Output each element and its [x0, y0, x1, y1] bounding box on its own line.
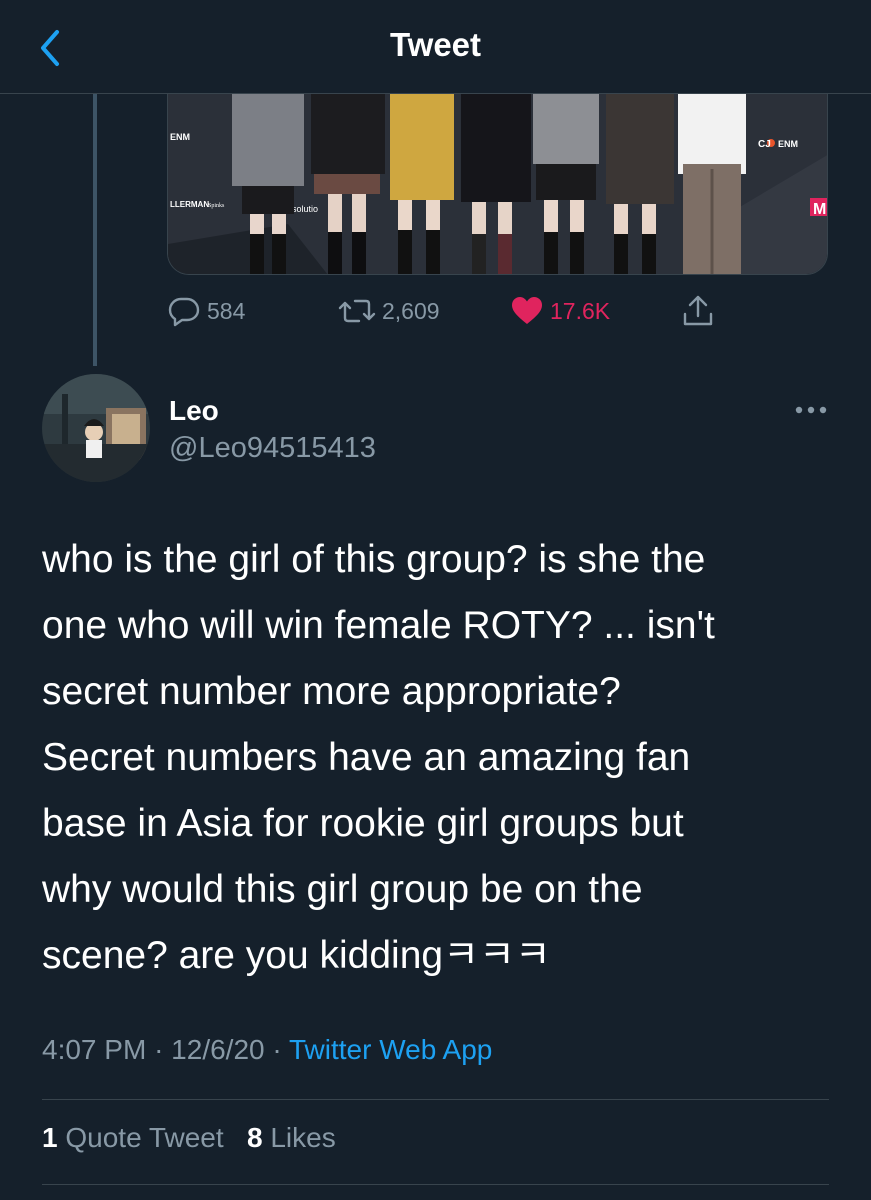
tweet-time: 4:07 PM	[42, 1034, 147, 1065]
reply-icon	[168, 297, 200, 327]
author-handle[interactable]: @Leo94515413	[169, 432, 376, 465]
tweet-text-line: Secret numbers have an amazing fan	[42, 736, 691, 779]
retweet-icon	[338, 299, 376, 323]
tweet-source-link[interactable]: Twitter Web App	[289, 1034, 492, 1065]
tweet-text-line: base in Asia for rookie girl groups but	[42, 802, 684, 845]
likes-label: Likes	[270, 1122, 336, 1153]
divider	[42, 1099, 829, 1100]
avatar-image	[42, 374, 150, 482]
more-options-button[interactable]	[787, 396, 835, 424]
tweet-text-line: scene? are you kiddingㅋㅋㅋ	[42, 934, 551, 977]
heart-filled-icon	[512, 297, 542, 324]
parent-tweet-media[interactable]: ENM LLERMAN Spinks solutio CJ ENM M	[167, 94, 828, 275]
logo-cj-text: CJ	[758, 139, 771, 150]
meta-separator: ·	[154, 1034, 164, 1065]
quote-tweets-count: 1	[42, 1122, 58, 1153]
logo-m-text: M	[813, 201, 826, 218]
meta-separator: ·	[272, 1034, 282, 1065]
like-count: 17.6K	[550, 297, 611, 324]
page-title: Tweet	[389, 26, 482, 63]
parent-tweet-actions: 584 2,609 17.6K	[0, 288, 871, 338]
tweet-stats: 1 Quote Tweet 8 Likes	[42, 1122, 336, 1154]
logo-cj-enm-text: ENM	[778, 139, 798, 149]
sponsor-solution-text: solutio	[292, 204, 318, 214]
tweet-detail-screen: Tweet ENM LLERMAN Spinks solutio CJ ENM …	[0, 0, 871, 1200]
sponsor-left-small-text: Spinks	[208, 203, 225, 209]
avatar[interactable]	[42, 374, 150, 482]
likes-count: 8	[246, 1122, 263, 1153]
tweet-text-line: why would this girl group be on the	[42, 868, 643, 911]
reply-button[interactable]: 584	[167, 288, 245, 334]
sponsor-left-text: LLERMAN	[170, 200, 209, 209]
retweet-button[interactable]: 2,609	[338, 288, 440, 334]
reply-count: 584	[207, 297, 246, 324]
like-button[interactable]: 17.6K	[510, 288, 610, 334]
tweet-text-line: secret number more appropriate?	[42, 670, 621, 713]
tweet-text-line: one who will win female ROTY? ... isn't	[42, 604, 715, 647]
tweet-date: 12/6/20	[171, 1034, 265, 1065]
top-bar: Tweet	[0, 0, 871, 94]
share-button[interactable]	[680, 288, 716, 334]
group-photo-image: ENM LLERMAN Spinks solutio CJ ENM M	[168, 94, 827, 274]
share-icon	[683, 295, 713, 326]
author-name[interactable]: Leo	[169, 395, 219, 427]
tweet-text: who is the girl of this group? is she th…	[42, 527, 832, 989]
retweet-count: 2,609	[382, 297, 440, 324]
tweet-meta: 4:07 PM · 12/6/20 · Twitter Web App	[42, 1034, 492, 1066]
likes-stat[interactable]: 8 Likes	[247, 1122, 336, 1153]
tweet-text-line: who is the girl of this group? is she th…	[42, 538, 706, 581]
more-horizontal-icon	[795, 406, 827, 414]
divider	[42, 1184, 829, 1185]
quote-tweets-stat[interactable]: 1 Quote Tweet	[42, 1122, 224, 1153]
logo-enm-text: ENM	[170, 132, 190, 142]
quote-tweets-label: Quote Tweet	[65, 1122, 224, 1153]
